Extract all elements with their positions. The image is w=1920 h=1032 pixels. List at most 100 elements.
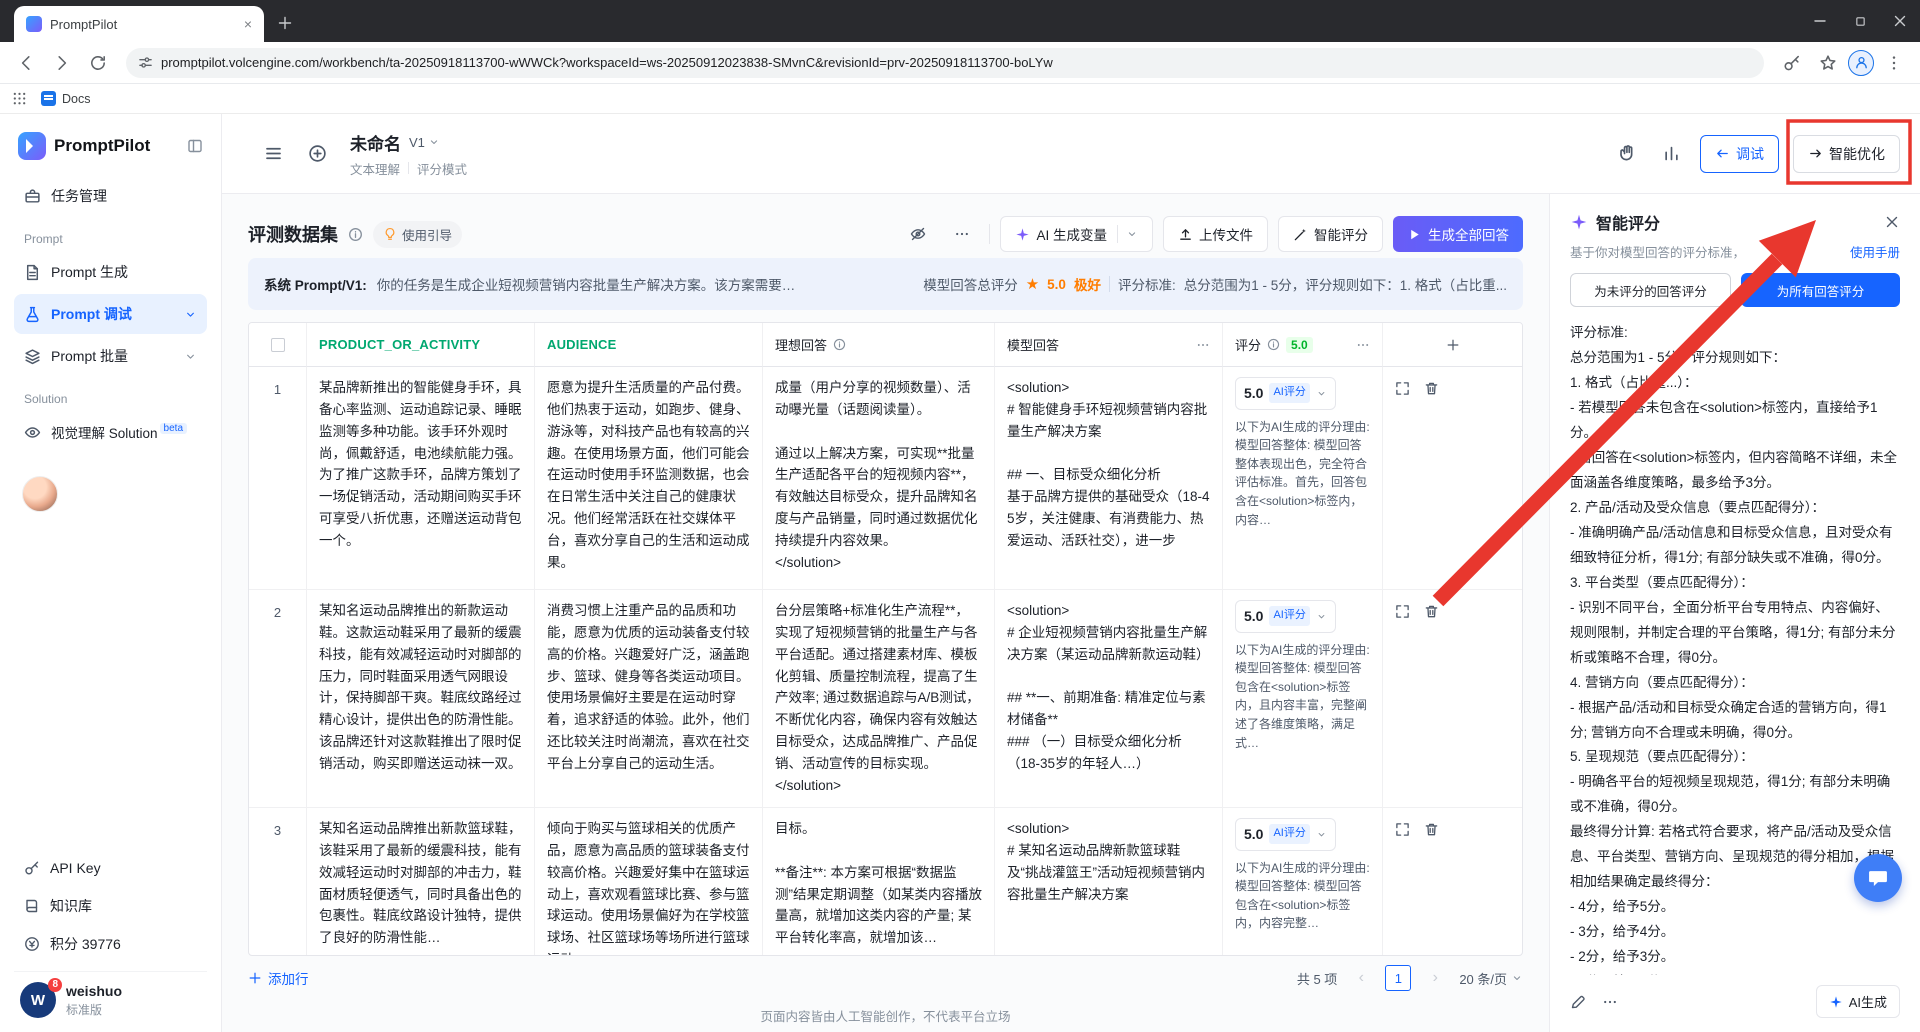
feedback-icon[interactable]: [1612, 139, 1642, 169]
back-icon[interactable]: [10, 47, 42, 79]
score-unscored-button[interactable]: 为未评分的回答评分: [1570, 273, 1731, 307]
chevron-down-icon: [428, 136, 440, 148]
address-bar[interactable]: promptpilot.volcengine.com/workbench/ta-…: [126, 48, 1764, 78]
expand-icon[interactable]: [1395, 381, 1410, 396]
minimize-icon[interactable]: [1800, 0, 1840, 42]
trash-icon[interactable]: [1424, 604, 1439, 619]
chevron-down-icon: [184, 350, 197, 363]
bookmark-star-icon[interactable]: [1812, 47, 1844, 79]
password-key-icon[interactable]: [1776, 47, 1808, 79]
next-page-icon[interactable]: ›: [1423, 969, 1447, 987]
score-dropdown[interactable]: 5.0 AI评分: [1235, 377, 1336, 410]
add-row-button[interactable]: 添加行: [248, 968, 309, 988]
arrow-right-icon: [1808, 146, 1823, 161]
system-prompt-bar[interactable]: 系统 Prompt/V1: 你的任务是生成企业短视频营销内容批量生产解决方案。该…: [248, 258, 1523, 310]
cell-audience[interactable]: 愿意为提升生活质量的产品付费。他们热衷于运动，如跑步、健身、游泳等，对科技产品也…: [535, 367, 763, 589]
site-settings-icon[interactable]: [138, 55, 153, 70]
bookmark-docs[interactable]: Docs: [41, 91, 90, 106]
manual-link[interactable]: 使用手册: [1850, 242, 1900, 261]
cell-score: 5.0 AI评分 以下为AI生成的评分理由: 模型回答整体: 模型回答包含在<s…: [1223, 590, 1383, 807]
upload-file-button[interactable]: 上传文件: [1163, 216, 1268, 252]
total-score-label: 模型回答总评分: [923, 274, 1018, 294]
score-dropdown[interactable]: 5.0 AI评分: [1235, 818, 1336, 851]
smart-optimize-button[interactable]: 智能优化: [1793, 135, 1900, 173]
info-icon[interactable]: [833, 338, 846, 351]
more-icon[interactable]: [945, 217, 979, 251]
system-prompt-label: 系统 Prompt/V1:: [264, 274, 367, 294]
tab-close-icon[interactable]: ×: [244, 16, 252, 32]
trash-icon[interactable]: [1424, 822, 1439, 837]
criteria-label: 评分标准:: [1118, 274, 1176, 294]
sidebar-item-knowledge-base[interactable]: 知识库: [14, 887, 207, 925]
ai-generate-button[interactable]: AI生成: [1816, 985, 1900, 1018]
select-all-checkbox[interactable]: [271, 338, 285, 352]
edit-icon[interactable]: [1570, 994, 1586, 1010]
apps-grid-icon[interactable]: [12, 91, 27, 106]
forward-icon[interactable]: [46, 47, 78, 79]
eye-off-icon[interactable]: [901, 217, 935, 251]
usage-guide-pill[interactable]: 使用引导: [373, 221, 462, 248]
chevron-down-icon: [1316, 829, 1327, 840]
sidebar-item-visual-solution[interactable]: 视觉理解 Solutionbeta: [14, 412, 207, 452]
cell-audience[interactable]: 倾向于购买与篮球相关的优质产品，愿意为高品质的篮球装备支付较高价格。兴趣爱好集中…: [535, 808, 763, 955]
expand-icon[interactable]: [1395, 604, 1410, 619]
add-circle-icon[interactable]: [302, 139, 332, 169]
menu-icon[interactable]: [258, 139, 288, 169]
browser-profile-icon[interactable]: [1848, 50, 1874, 76]
browser-tab[interactable]: PromptPilot ×: [14, 6, 264, 42]
page-number[interactable]: 1: [1385, 965, 1411, 991]
new-tab-button[interactable]: [270, 8, 300, 38]
add-column-button[interactable]: [1383, 323, 1522, 367]
score-dropdown[interactable]: 5.0 AI评分: [1235, 600, 1336, 633]
version-selector[interactable]: V1: [409, 135, 440, 150]
sidebar-item-prompt-generate[interactable]: Prompt 生成: [14, 252, 207, 292]
cell-product[interactable]: 某知名运动品牌推出的新款运动鞋。这款运动鞋采用了最新的缓震科技，能有效减轻运动时…: [307, 590, 535, 807]
total-score-grade: 极好: [1074, 274, 1101, 294]
score-reason: 以下为AI生成的评分理由: 模型回答整体: 模型回答包含在<solution>标…: [1235, 641, 1370, 753]
more-icon[interactable]: [1196, 337, 1210, 353]
user-chip[interactable]: W 8 weishuo 标准版: [14, 971, 207, 1018]
smart-score-button[interactable]: 智能评分: [1278, 216, 1383, 252]
info-icon[interactable]: [1267, 338, 1280, 351]
chat-support-button[interactable]: [1854, 854, 1902, 902]
more-icon[interactable]: [1356, 337, 1370, 353]
cell-ideal[interactable]: 目标。 **备注**: 本方案可根据“数据监测”结果定期调整（如某类内容播放量高…: [763, 808, 995, 955]
maximize-icon[interactable]: [1840, 0, 1880, 42]
debug-button[interactable]: 调试: [1700, 135, 1779, 173]
chevron-down-icon[interactable]: [1117, 225, 1138, 243]
more-icon[interactable]: [1602, 994, 1618, 1010]
info-icon[interactable]: [348, 227, 363, 242]
cell-ideal[interactable]: 成量（用户分享的视频数量）、活动曝光量（话题阅读量）。 通过以上解决方案，可实现…: [763, 367, 995, 589]
refresh-icon[interactable]: [82, 47, 114, 79]
generate-all-button[interactable]: 生成全部回答: [1393, 216, 1523, 252]
sparkle-icon: [1570, 213, 1588, 231]
cell-audience[interactable]: 消费习惯上注重产品的品质和功能，愿意为优质的运动装备支付较高的价格。兴趣爱好广泛…: [535, 590, 763, 807]
user-photo-avatar[interactable]: [22, 476, 58, 512]
beta-badge: beta: [160, 423, 187, 434]
metrics-icon[interactable]: [1656, 139, 1686, 169]
cell-model[interactable]: <solution> # 企业短视频营销内容批量生产解决方案（某运动品牌新款运动…: [995, 590, 1223, 807]
sidebar-item-api-key[interactable]: API Key: [14, 849, 207, 887]
expand-icon[interactable]: [1395, 822, 1410, 837]
sidebar-item-prompt-debug[interactable]: Prompt 调试: [14, 294, 207, 334]
cell-model[interactable]: <solution> # 某知名运动品牌新款篮球鞋及“挑战灌篮王”活动短视频营销…: [995, 808, 1223, 955]
page-size-select[interactable]: 20 条/页: [1459, 969, 1523, 988]
prev-page-icon[interactable]: ‹: [1349, 969, 1373, 987]
ai-generate-vars-button[interactable]: AI 生成变量: [1000, 216, 1153, 252]
cell-product[interactable]: 某品牌新推出的智能健身手环，具备心率监测、运动追踪记录、睡眠监测等多种功能。该手…: [307, 367, 535, 589]
browser-menu-icon[interactable]: [1878, 47, 1910, 79]
flask-icon: [24, 306, 41, 323]
sidebar-item-credits[interactable]: 积分 39776: [14, 925, 207, 963]
sidebar-item-task-management[interactable]: 任务管理: [14, 176, 207, 216]
criteria-area[interactable]: 评分标准: 总分范围为1 - 5分，评分规则如下： 1. 格式（占比重...）：…: [1570, 321, 1900, 975]
window-close-icon[interactable]: [1880, 0, 1920, 42]
score-all-button[interactable]: 为所有回答评分: [1741, 273, 1900, 307]
user-name: weishuo: [66, 982, 122, 1000]
sidebar-item-prompt-batch[interactable]: Prompt 批量: [14, 336, 207, 376]
cell-product[interactable]: 某知名运动品牌推出新款篮球鞋，该鞋采用了最新的缓震科技，能有效减轻运动时对脚部的…: [307, 808, 535, 955]
cell-model[interactable]: <solution> # 智能健身手环短视频营销内容批量生产解决方案 ## 一、…: [995, 367, 1223, 589]
trash-icon[interactable]: [1424, 381, 1439, 396]
collapse-sidebar-icon[interactable]: [187, 138, 203, 154]
cell-ideal[interactable]: 台分层策略+标准化生产流程**，实现了短视频营销的批量生产与各平台适配。通过搭建…: [763, 590, 995, 807]
panel-close-icon[interactable]: [1884, 213, 1900, 231]
